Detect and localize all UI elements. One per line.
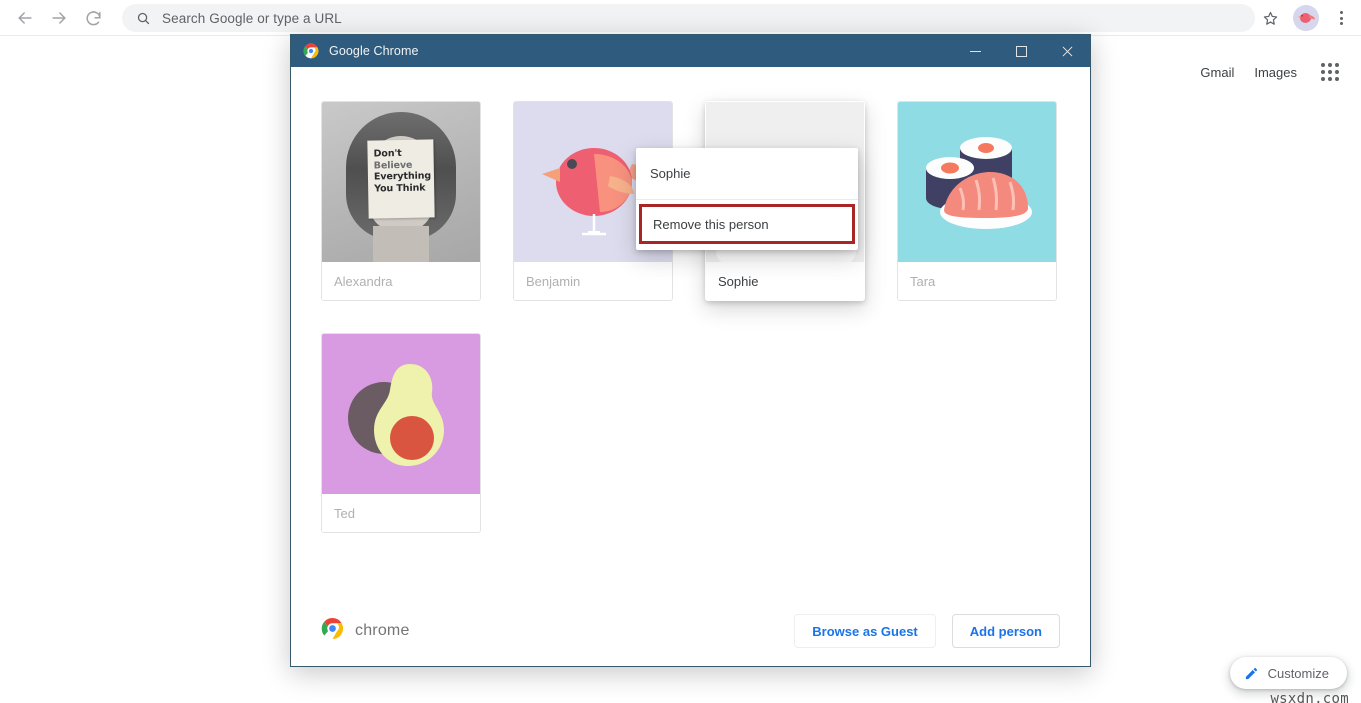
google-apps-grid-icon[interactable] <box>1313 55 1347 89</box>
portrait-note-avatar: Don't Believe Everything You Think <box>322 102 480 262</box>
footer-buttons: Browse as Guest Add person <box>794 614 1060 648</box>
add-person-button[interactable]: Add person <box>952 614 1060 648</box>
window-controls <box>952 35 1090 67</box>
search-icon <box>136 11 151 26</box>
sushi-avatar <box>898 102 1056 262</box>
chrome-wordmark: chrome <box>355 622 410 640</box>
link-gmail[interactable]: Gmail <box>1190 65 1244 80</box>
profile-name: Ted <box>322 494 480 532</box>
customize-button[interactable]: Customize <box>1230 657 1347 689</box>
forward-icon[interactable] <box>42 1 76 35</box>
profile-card-tara[interactable]: Tara <box>897 101 1057 301</box>
three-dots-vertical-icon[interactable] <box>1327 3 1355 33</box>
bird-avatar-icon <box>1296 10 1316 26</box>
google-header-links: Gmail Images <box>1190 55 1347 89</box>
note-overlay: Don't Believe Everything You Think <box>367 139 434 218</box>
omnibox-placeholder: Search Google or type a URL <box>162 11 342 26</box>
browse-as-guest-button[interactable]: Browse as Guest <box>794 614 936 648</box>
chrome-logo-icon <box>321 617 344 645</box>
star-icon[interactable] <box>1255 3 1285 33</box>
profile-name: Sophie <box>706 262 864 300</box>
picker-footer: chrome Browse as Guest Add person <box>291 596 1090 666</box>
toolbar-actions <box>1255 3 1361 33</box>
window-title: Google Chrome <box>329 44 419 58</box>
reload-icon[interactable] <box>76 1 110 35</box>
profile-card-alexandra[interactable]: Don't Believe Everything You Think Alexa… <box>321 101 481 301</box>
profile-picker-body: Don't Believe Everything You Think Alexa… <box>291 67 1090 596</box>
note-line-4: You Think <box>374 182 434 195</box>
omnibox[interactable]: Search Google or type a URL <box>122 4 1255 32</box>
link-images[interactable]: Images <box>1244 65 1307 80</box>
profile-name: Alexandra <box>322 262 480 300</box>
menu-item-remove-this-person[interactable]: Remove this person <box>639 204 855 244</box>
browser-toolbar: Search Google or type a URL <box>0 0 1361 36</box>
context-menu-header: Sophie <box>636 148 858 200</box>
profile-card-ted[interactable]: Ted <box>321 333 481 533</box>
window-titlebar: Google Chrome <box>291 35 1090 67</box>
chrome-logo-icon <box>303 43 319 59</box>
profile-name: Benjamin <box>514 262 672 300</box>
back-icon[interactable] <box>8 1 42 35</box>
close-icon[interactable] <box>1044 35 1090 67</box>
avocado-avatar <box>322 334 480 494</box>
customize-label: Customize <box>1268 666 1329 681</box>
maximize-icon[interactable] <box>998 35 1044 67</box>
watermark: wsxdn.com <box>1270 691 1349 703</box>
profile-context-menu: Sophie Remove this person <box>636 148 858 250</box>
profile-name: Tara <box>898 262 1056 300</box>
note-line-3: Everything <box>374 170 434 183</box>
screen: Search Google or type a URL Gmail Images <box>0 0 1361 703</box>
context-menu-items: Remove this person <box>636 200 858 250</box>
minimize-icon[interactable] <box>952 35 998 67</box>
pencil-icon <box>1244 666 1259 681</box>
chrome-brand: chrome <box>321 617 410 645</box>
profile-picker-window: Google Chrome Don't <box>290 34 1091 667</box>
profile-avatar[interactable] <box>1293 5 1319 31</box>
